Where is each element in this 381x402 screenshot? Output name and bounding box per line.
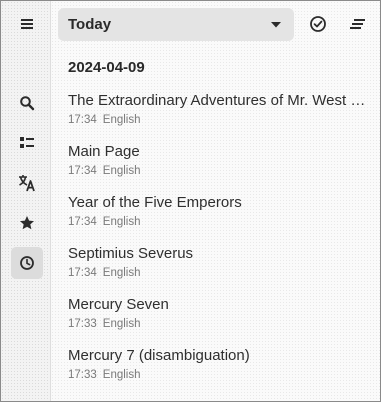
sort-button[interactable]	[343, 9, 373, 39]
history-item-time: 17:34	[68, 267, 97, 279]
select-button[interactable]	[303, 9, 333, 39]
history-date-heading: 2024-04-09	[68, 59, 145, 76]
saved-button[interactable]	[11, 207, 43, 239]
translate-icon	[19, 175, 35, 192]
check-circle-icon	[310, 16, 326, 32]
history-item-title: The Extraordinary Adventures of Mr. West…	[68, 92, 368, 109]
history-item-time: 17:34	[68, 114, 97, 126]
history-item-meta: 17:33 English	[68, 318, 141, 330]
history-item[interactable]: Main Page 17:34 English	[51, 143, 380, 191]
history-item-language: English	[102, 216, 141, 228]
history-item-title: Mercury 7 (disambiguation)	[68, 347, 250, 364]
chevron-down-icon	[271, 21, 281, 27]
history-item-meta: 17:34 English	[68, 267, 141, 279]
language-button[interactable]	[11, 167, 43, 199]
history-item-language: English	[102, 267, 141, 279]
contents-button[interactable]	[11, 127, 43, 159]
history-button[interactable]	[11, 247, 43, 279]
history-item-meta: 17:34 English	[68, 216, 141, 228]
date-filter-dropdown[interactable]: Today	[58, 8, 294, 41]
history-item-title: Main Page	[68, 143, 140, 160]
search-button[interactable]	[11, 87, 43, 119]
history-item-language: English	[102, 114, 141, 126]
history-item-title: Septimius Severus	[68, 245, 194, 262]
app-window: Today 2024-04-09 The Extraordinary Adven…	[0, 0, 381, 402]
history-item-meta: 17:33 English	[68, 369, 141, 381]
history-item-language: English	[102, 318, 141, 330]
history-item-title: Year of the Five Emperors	[68, 194, 242, 211]
clock-icon	[20, 256, 34, 270]
history-item[interactable]: The Extraordinary Adventures of Mr. West…	[51, 92, 380, 140]
history-item-time: 17:34	[68, 165, 97, 177]
search-icon	[20, 96, 35, 111]
history-item[interactable]: Septimius Severus 17:34 English	[51, 245, 380, 293]
history-item[interactable]: Mercury 7 (disambiguation) 17:33 English	[51, 347, 380, 395]
star-icon	[20, 216, 34, 230]
history-item-title: Mercury Seven	[68, 296, 169, 313]
history-item-time: 17:33	[68, 318, 97, 330]
sidebar	[1, 1, 51, 401]
history-item-language: English	[102, 165, 141, 177]
date-filter-label: Today	[68, 16, 112, 33]
history-panel: Today 2024-04-09 The Extraordinary Adven…	[51, 1, 380, 401]
list-icon	[20, 137, 34, 148]
hamburger-menu-icon	[21, 19, 33, 29]
history-item[interactable]: Year of the Five Emperors 17:34 English	[51, 194, 380, 242]
history-item-time: 17:34	[68, 216, 97, 228]
history-item[interactable]: Mercury Seven 17:33 English	[51, 296, 380, 344]
history-item-time: 17:33	[68, 369, 97, 381]
history-item-language: English	[102, 369, 141, 381]
history-item-meta: 17:34 English	[68, 114, 141, 126]
menu-button[interactable]	[11, 8, 43, 40]
sort-lines-icon	[350, 19, 365, 29]
history-item-meta: 17:34 English	[68, 165, 141, 177]
